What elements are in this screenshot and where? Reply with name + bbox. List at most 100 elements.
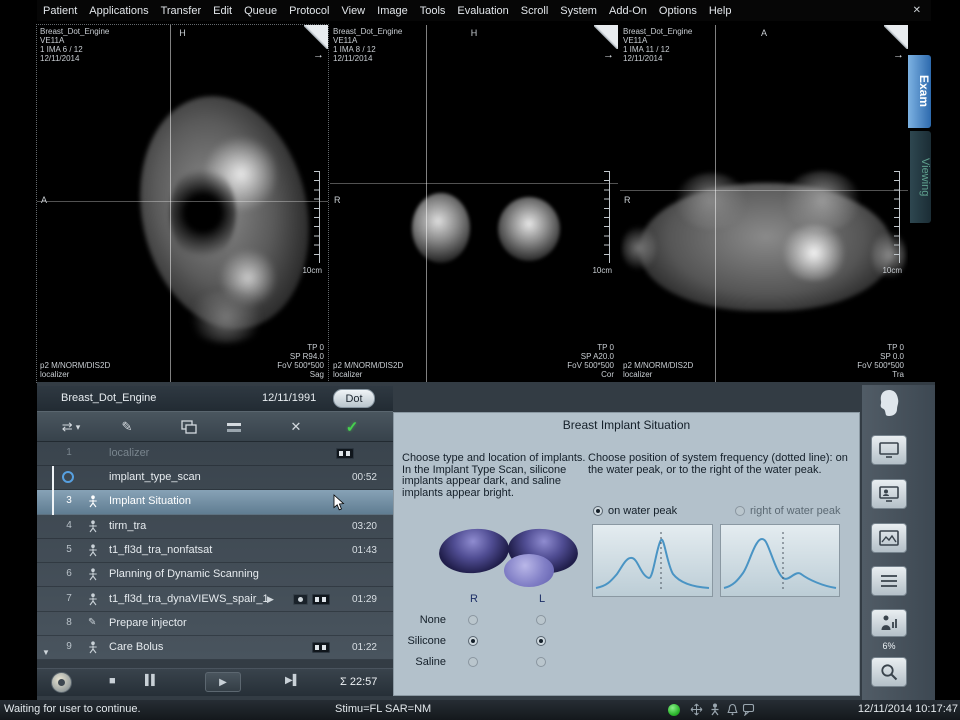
viewport-axial[interactable]: Breast_Dot_Engine VE11A 1 IMA 11 / 12 12… [620,25,908,382]
menu-transfer[interactable]: Transfer [155,5,208,17]
step-number: 5 [57,544,81,555]
stop-button[interactable]: ■ [109,675,116,687]
radio-saline-left[interactable] [536,657,546,667]
status-bar: Waiting for user to continue. Stimu=FL S… [0,700,960,720]
monitor-person-tool-button[interactable] [871,479,907,509]
menu-protocol[interactable]: Protocol [283,5,335,17]
cancel-step-button[interactable]: ✕ [284,416,308,438]
menu-applications[interactable]: Applications [83,5,154,17]
radio-on-water-peak-label[interactable]: on water peak [608,505,677,517]
step-row-implant-situation[interactable]: 3 Implant Situation [37,490,393,515]
dot-button[interactable]: Dot [333,389,375,408]
menu-patient[interactable]: Patient [37,5,83,17]
menu-edit[interactable]: Edit [207,5,238,17]
monitor-tool-button[interactable] [871,435,907,465]
radio-silicone-right[interactable] [468,636,478,646]
radio-none-left[interactable] [536,615,546,625]
menu-addon[interactable]: Add-On [603,5,653,17]
menu-view[interactable]: View [335,5,371,17]
reference-line-vertical[interactable] [426,25,427,382]
image-mode-text: p2 M/NORM/DIS2D [333,361,403,370]
slice-position: SP R94.0 [277,352,324,361]
radio-none-right[interactable] [468,615,478,625]
scale-ruler [314,171,320,263]
skip-to-end-button[interactable]: ▶▌ [285,675,300,686]
swap-icon: ⇄ [62,419,73,435]
step-name: t1_fl3d_tra_dynaVIEWS_spair_1 [109,593,269,605]
list-tool-button[interactable] [871,566,907,596]
magnifier-tool-button[interactable] [871,657,907,687]
copy-step-button[interactable] [177,416,201,438]
reference-line-horizontal[interactable] [620,190,908,191]
sequence-name: localizer [333,370,403,379]
step-number: 6 [57,568,81,579]
type-label-silicone: Silicone [400,635,446,647]
tab-viewing[interactable]: Viewing [910,131,931,223]
viewport-software-version: VE11A [623,36,692,45]
radio-saline-right[interactable] [468,657,478,667]
workload-tool-button[interactable] [871,609,907,637]
plane-label: Tra [857,370,904,379]
radio-right-of-water-peak-label[interactable]: right of water peak [750,505,841,517]
reference-line-horizontal[interactable] [330,183,618,184]
film-icon [312,594,330,605]
menu-image[interactable]: Image [371,5,414,17]
step-row-implant-type-scan[interactable]: implant_type_scan 00:52 [37,466,393,490]
viewport-sagittal[interactable]: Breast_Dot_Engine VE11A 1 IMA 6 / 12 12/… [37,25,328,382]
viewport-coronal[interactable]: Breast_Dot_Engine VE11A 1 IMA 8 / 12 12/… [330,25,618,382]
step-row-localizer[interactable]: 1 localizer [37,442,393,466]
patient-head-icon[interactable] [876,388,902,423]
radio-on-water-peak[interactable] [593,506,603,516]
step-row-dynaviews[interactable]: 7 t1_fl3d_tra_dynaVIEWS_spair_1 ▶ 01:29 [37,588,393,612]
append-step-button[interactable] [222,416,246,438]
menu-scroll[interactable]: Scroll [515,5,555,17]
corner-clip-icon[interactable] [304,25,328,49]
copy-icon [181,420,197,434]
radio-right-of-water-peak[interactable] [735,506,745,516]
image-tool-button[interactable] [871,523,907,553]
dialog-title: Breast Implant Situation [394,418,859,432]
radio-silicone-left[interactable] [536,636,546,646]
step-navigation-button[interactable]: ⇄ ▾ [51,416,91,438]
viewport-overlay-bottom-right: TP 0 SP 0.0 FoV 500*500 Tra [857,343,904,379]
reference-line-vertical[interactable] [170,25,171,382]
patient-birthdate: 12/11/1991 [262,392,316,404]
step-row-tirm-tra[interactable]: 4 tirm_tra 03:20 [37,515,393,539]
menu-options[interactable]: Options [653,5,703,17]
stack-icon [226,421,242,434]
step-row-t1-fl3d-nonfatsat[interactable]: 5 t1_fl3d_tra_nonfatsat 01:43 [37,539,393,563]
pause-button[interactable]: ▌▌ [145,675,157,686]
stack-arrow-icon[interactable]: → [603,49,614,61]
protocol-toolbar: ⇄ ▾ ✎ ✕ ✓ [37,411,393,442]
step-row-prepare-injector[interactable]: 8 ✎ Prepare injector [37,612,393,636]
menu-evaluation[interactable]: Evaluation [451,5,514,17]
tab-exam[interactable]: Exam [908,55,931,128]
message-bubble-icon [742,703,755,719]
continue-confirm-button[interactable]: ✓ [340,416,364,438]
scroll-down-arrow[interactable]: ▼ [42,648,50,657]
reference-line-horizontal[interactable] [37,201,328,202]
injector-button[interactable] [51,672,72,693]
corner-clip-icon[interactable] [884,25,908,49]
edit-step-button[interactable]: ✎ [115,416,139,438]
type-label-saline: Saline [400,656,446,668]
reference-line-vertical[interactable] [715,25,716,382]
window-close-icon[interactable]: ✕ [913,5,921,16]
menu-tools[interactable]: Tools [414,5,452,17]
step-row-care-bolus[interactable]: 9 Care Bolus 01:22 [37,636,393,660]
column-label-left: L [539,593,545,605]
scan-person-icon [88,495,102,511]
viewport-date: 12/11/2014 [623,54,692,63]
menu-help[interactable]: Help [703,5,738,17]
menu-system[interactable]: System [554,5,603,17]
stack-arrow-icon[interactable]: → [893,49,904,61]
stack-arrow-icon[interactable]: → [313,49,324,61]
play-button[interactable]: ▶ [205,672,241,692]
orientation-label-top: H [471,28,478,38]
step-row-planning-dynamic[interactable]: 6 Planning of Dynamic Scanning [37,563,393,587]
orientation-label-side: A [41,195,47,205]
scale-label: 10cm [592,266,612,275]
corner-clip-icon[interactable] [594,25,618,49]
spectrum-graph-right-of-peak [720,524,840,597]
menu-queue[interactable]: Queue [238,5,283,17]
